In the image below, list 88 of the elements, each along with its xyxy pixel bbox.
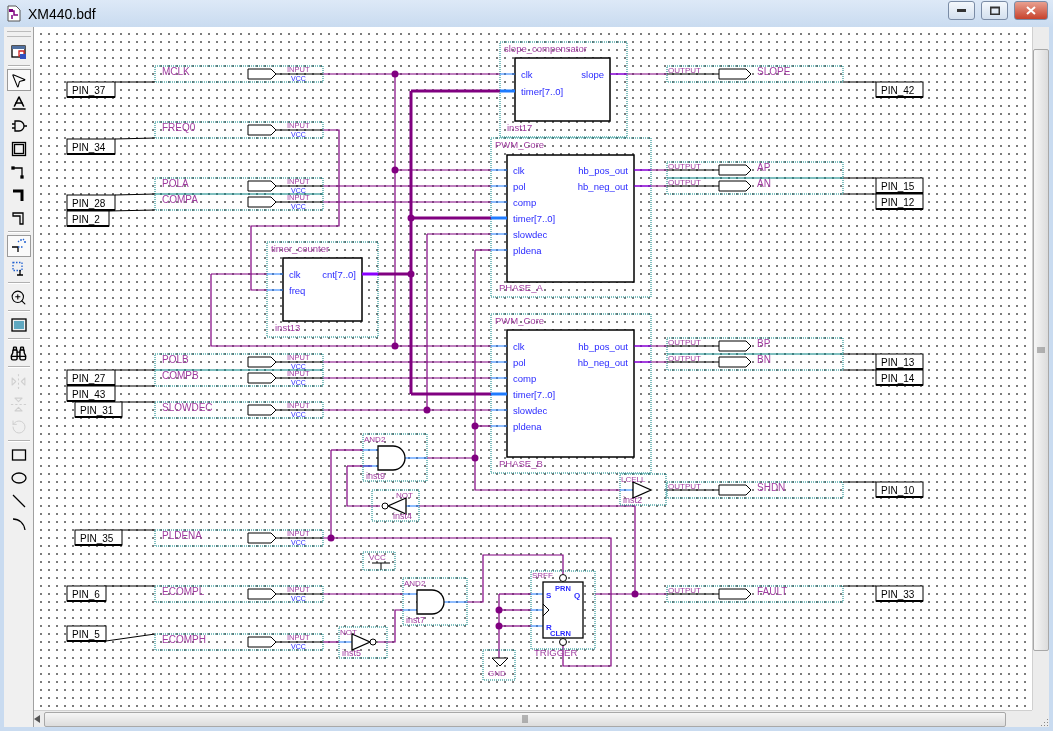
pin-number: PIN_37	[72, 84, 106, 96]
pin-number: PIN_12	[881, 196, 915, 208]
pin-number: PIN_33	[881, 588, 915, 600]
pin-number: PIN_10	[881, 484, 915, 496]
instance-name: inst7	[406, 615, 425, 625]
port-name: slope	[581, 68, 604, 80]
signal-name: AP	[757, 162, 771, 173]
signal-name: BP	[757, 338, 771, 349]
signal-name: ECOMPL	[162, 586, 205, 597]
pin-number: PIN_28	[72, 197, 106, 209]
port-name: Q	[574, 591, 581, 600]
signal-name: FREQ0	[162, 122, 196, 133]
port-name: pol	[513, 180, 526, 192]
signal-name: MCLK	[162, 66, 190, 77]
instance-name: inst9	[366, 471, 385, 481]
port-name: S	[546, 591, 552, 600]
gate-type: AND2	[364, 435, 386, 444]
port-name: timer[7..0]	[513, 212, 556, 224]
pin-type-label: OUTPUT	[668, 586, 701, 595]
port-name: pol	[513, 356, 526, 368]
signal-name: AN	[757, 178, 771, 189]
port-name: pldena	[513, 420, 542, 432]
gate-type: AND2	[404, 579, 426, 588]
instance-name: inst17	[507, 122, 533, 133]
instance-name: inst2	[623, 495, 642, 505]
port-name: clk	[289, 268, 301, 280]
signal-name: COMPB	[162, 370, 199, 381]
pin-type-label: OUTPUT	[668, 162, 701, 171]
power-label: VCC	[369, 553, 386, 562]
pin-type-label: OUTPUT	[668, 338, 701, 347]
pin-type-label: OUTPUT	[668, 178, 701, 187]
instance-name: PHASE_A	[499, 282, 543, 293]
instance-name: inst13	[275, 322, 301, 333]
block-title: PWM_Core	[495, 315, 545, 326]
pin-number: PIN_15	[881, 180, 915, 192]
window-title: XM440.bdf	[28, 5, 97, 22]
gate-type: NOT	[396, 491, 413, 500]
instance-name: PHASE_B	[499, 458, 543, 469]
block-title: timer_counter	[271, 243, 330, 254]
gate-type: LCELL	[621, 475, 646, 484]
signal-name: POLB	[162, 354, 189, 365]
signal-name: POLA	[162, 178, 189, 189]
block-title: slope_compensator	[504, 43, 587, 54]
port-name: hb_neg_out	[577, 180, 628, 192]
power-label: GND	[488, 669, 506, 678]
port-name: timer[7..0]	[521, 85, 564, 97]
port-name: slowdec	[513, 404, 548, 416]
signal-name: SLOPE	[757, 66, 791, 77]
signal-name: PLDENA	[162, 530, 202, 541]
port-name: hb_neg_out	[577, 356, 628, 368]
pin-number: PIN_35	[80, 532, 114, 544]
port-name: clk	[513, 164, 525, 176]
pin-number: PIN_34	[72, 141, 106, 153]
pin-number: PIN_13	[881, 356, 915, 368]
signal-name: FAULT	[757, 586, 788, 597]
signal-name: ECOMPH	[162, 634, 206, 645]
pin-type-label: OUTPUT	[668, 354, 701, 363]
instance-name: inst4	[393, 511, 412, 521]
port-name: comp	[513, 372, 537, 384]
signal-name: COMPA	[162, 194, 198, 205]
pin-number: PIN_27	[72, 372, 106, 384]
port-name: pldena	[513, 244, 542, 256]
pin-number: PIN_43	[72, 388, 106, 400]
block-title: PWM_Core	[495, 139, 545, 150]
pin-type-label: OUTPUT	[668, 66, 701, 75]
pin-number: PIN_31	[80, 404, 114, 416]
pin-number: PIN_14	[881, 372, 915, 384]
port-name: clk	[521, 68, 533, 80]
port-name: hb_pos_out	[578, 340, 628, 352]
signal-name: SLOWDEC	[162, 402, 213, 413]
signal-name: BN	[757, 354, 771, 365]
port-name: slowdec	[513, 228, 548, 240]
port-name: cnt[7..0]	[322, 268, 356, 280]
pin-number: PIN_42	[881, 84, 915, 96]
port-name: clk	[513, 340, 525, 352]
instance-name: inst5	[342, 648, 361, 658]
pin-type-label: OUTPUT	[668, 482, 701, 491]
gate-type: NOT	[340, 628, 357, 637]
pin-number: PIN_2	[72, 213, 100, 225]
component-type: SRFF	[532, 571, 553, 580]
pin-number: PIN_6	[72, 588, 100, 600]
port-name: hb_pos_out	[578, 164, 628, 176]
port-name: freq	[289, 284, 306, 296]
port-name: R	[546, 623, 552, 632]
pin-number: PIN_5	[72, 628, 100, 640]
port-name: comp	[513, 196, 537, 208]
signal-name: SHDN	[757, 482, 786, 493]
port-name: timer[7..0]	[513, 388, 556, 400]
